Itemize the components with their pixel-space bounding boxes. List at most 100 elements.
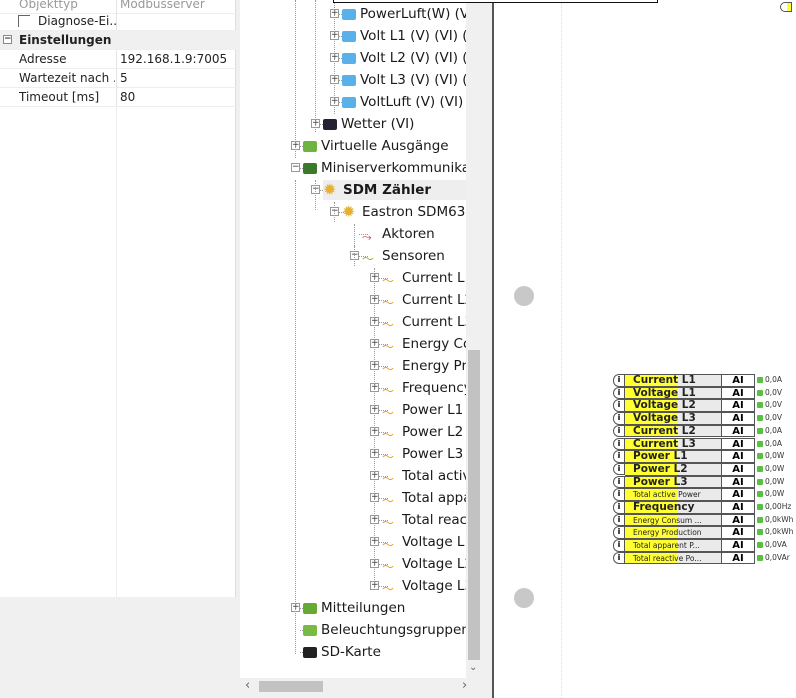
category-einstellungen[interactable]: − Einstellungen xyxy=(0,31,236,50)
tree-item[interactable]: SD-Karte xyxy=(303,642,381,662)
info-icon[interactable]: i xyxy=(613,488,625,501)
output-connector[interactable] xyxy=(757,415,763,422)
input-type: AI xyxy=(722,539,755,552)
output-connector[interactable] xyxy=(757,465,763,472)
scroll-thumb[interactable] xyxy=(259,681,323,692)
tree-item[interactable]: 〜 Total appa xyxy=(382,488,472,508)
info-icon[interactable]: i xyxy=(613,386,625,400)
scroll-down-icon[interactable]: ⌄ xyxy=(469,662,477,673)
output-connector[interactable] xyxy=(757,478,763,485)
page-marker xyxy=(514,286,534,306)
output-connector[interactable] xyxy=(757,389,763,396)
output-connector[interactable] xyxy=(757,516,763,523)
output-connector[interactable] xyxy=(757,377,763,383)
tree-item[interactable]: Beleuchtungsgruppen xyxy=(303,620,470,640)
block-input-row[interactable]: i Energy Production AI 0,0kWh xyxy=(613,526,793,540)
tree-item-label: Energy Co xyxy=(402,336,472,352)
project-tree[interactable]: + PowerLuft(W) (VI + Volt L1 (V) (VI) (T + Vo… xyxy=(240,0,482,678)
tree-item[interactable]: ⤳ Aktoren xyxy=(362,224,435,244)
tree-item[interactable]: 〜 Total activ xyxy=(382,466,471,486)
info-icon[interactable]: i xyxy=(613,462,625,476)
tree-item[interactable]: 〜 Power L1 ( xyxy=(382,400,473,420)
info-icon[interactable]: i xyxy=(613,412,625,425)
tree-item[interactable]: 〜 Current L1 xyxy=(382,268,473,288)
property-row-timeout[interactable]: Timeout [ms] 80 xyxy=(0,88,236,107)
property-row-wartezeit[interactable]: Wartezeit nach ... 5 xyxy=(0,69,236,88)
info-icon[interactable]: i xyxy=(613,424,625,438)
output-value: 0,0kWh xyxy=(765,514,794,524)
output-connector[interactable] xyxy=(757,491,763,498)
program-canvas[interactable] xyxy=(492,0,796,698)
checkbox[interactable] xyxy=(18,15,30,27)
tree-item[interactable]: PowerLuft(W) (VI xyxy=(342,4,473,24)
tree-item[interactable]: Mitteilungen xyxy=(303,598,405,618)
info-icon[interactable]: i xyxy=(613,475,625,489)
block-input-row[interactable]: i Voltage L1 AI 0,0V xyxy=(613,386,782,400)
tree-item[interactable]: ✹ Eastron SDM630 xyxy=(342,202,474,222)
block-input-row[interactable]: i Voltage L3 AI 0,0V xyxy=(613,412,782,425)
input-name: Current L1 xyxy=(625,374,722,387)
block-input-row[interactable]: i Frequency AI 0,00Hz xyxy=(613,501,791,514)
output-connector[interactable] xyxy=(757,542,763,549)
tree-item[interactable]: Virtuelle Ausgänge xyxy=(303,136,449,156)
block-input-row[interactable]: i Current L1 AI 0,0A xyxy=(613,374,782,387)
block-input-row[interactable]: i Power L3 AI 0,0W xyxy=(613,475,784,489)
info-icon[interactable]: i xyxy=(613,399,625,412)
block-input-row[interactable]: i Voltage L2 AI 0,0V xyxy=(613,399,782,413)
output-connector[interactable] xyxy=(757,440,763,447)
tree-item[interactable]: 〜 Current L3 xyxy=(382,312,473,332)
info-icon[interactable]: i xyxy=(613,539,625,552)
tree-item[interactable]: Wetter (VI) xyxy=(323,114,414,134)
output-connector[interactable] xyxy=(757,427,763,434)
tree-item[interactable]: 〜 Voltage L1 xyxy=(382,532,473,552)
tree-item[interactable]: 〜 Power L2 ( xyxy=(382,422,473,442)
info-icon[interactable]: i xyxy=(613,526,625,539)
block-input-row[interactable]: i Power L1 AI 0,0W xyxy=(613,450,784,463)
output-connector[interactable] xyxy=(757,529,763,536)
property-row-adresse[interactable]: Adresse 192.168.1.9:7005 xyxy=(0,50,236,69)
scroll-left-icon[interactable]: ‹ xyxy=(245,678,250,693)
tree-item[interactable]: Volt L2 (V) (VI) (T xyxy=(342,48,476,68)
tree-item[interactable]: Miniserverkommunikat xyxy=(303,158,475,178)
block-input-row[interactable]: i Total apparent P... AI 0,0VA xyxy=(613,539,787,552)
property-row-diagnose[interactable]: Diagnose-Ei... xyxy=(0,12,236,31)
info-icon[interactable]: i xyxy=(613,513,625,527)
tree-item[interactable]: 〜 Frequency xyxy=(382,378,472,398)
output-connector[interactable] xyxy=(757,402,763,409)
tree-item[interactable]: 〜 Total react xyxy=(382,510,472,530)
scroll-right-icon[interactable]: › xyxy=(462,678,467,693)
tree-item[interactable]: 〜 Power L3 ( xyxy=(382,444,473,464)
tree-item[interactable]: Volt L3 (V) (VI) (T xyxy=(342,70,476,90)
collapse-icon[interactable]: − xyxy=(291,163,300,172)
tree-item-label: PowerLuft(W) (VI xyxy=(360,6,474,22)
tree-item[interactable]: 〜 Voltage L3 xyxy=(382,576,473,596)
block-input-row[interactable]: i Power L2 AI 0,0W xyxy=(613,462,784,476)
tree-item[interactable]: 〜 Current L2 xyxy=(382,290,473,310)
tree-item[interactable]: Volt L1 (V) (VI) (T xyxy=(342,26,476,46)
tree-item[interactable]: 〜 Sensoren xyxy=(362,246,445,266)
tree-item[interactable]: 〜 Energy Co xyxy=(382,334,471,354)
output-connector[interactable] xyxy=(757,504,763,510)
info-icon[interactable]: i xyxy=(613,437,625,450)
block-input-row[interactable]: i Current L3 AI 0,0A xyxy=(613,437,782,451)
tree-item[interactable]: 〜 Voltage L2 xyxy=(382,554,473,574)
output-connector[interactable] xyxy=(757,453,763,460)
log-icon xyxy=(303,602,317,614)
virtual-input-icon xyxy=(342,74,356,86)
info-icon[interactable]: i xyxy=(613,551,625,565)
tree-item[interactable]: VoltLuft (V) (VI) ( xyxy=(342,92,473,112)
info-icon[interactable]: i xyxy=(613,450,625,463)
tree-item[interactable]: 〜 Energy Pro xyxy=(382,356,475,376)
block-input-row[interactable]: i Total active Power AI 0,0W xyxy=(613,488,784,501)
collapse-icon[interactable]: − xyxy=(3,35,12,44)
info-icon[interactable]: i xyxy=(613,374,625,387)
tree-horizontal-scrollbar[interactable]: ‹ › xyxy=(240,678,482,695)
tree-vertical-scrollbar[interactable]: ⌄ xyxy=(466,0,482,678)
block-input-row[interactable]: i Energy Consum ... AI 0,0kWh xyxy=(613,513,793,527)
block-input-row[interactable]: i Total reactive Po... AI 0,0VAr xyxy=(613,551,790,565)
tree-item[interactable]: ✹ SDM Zähler xyxy=(323,180,472,200)
info-icon[interactable]: i xyxy=(613,501,625,514)
output-connector[interactable] xyxy=(757,554,763,561)
scroll-thumb[interactable] xyxy=(468,350,480,660)
block-input-row[interactable]: i Current L2 AI 0,0A xyxy=(613,424,782,438)
